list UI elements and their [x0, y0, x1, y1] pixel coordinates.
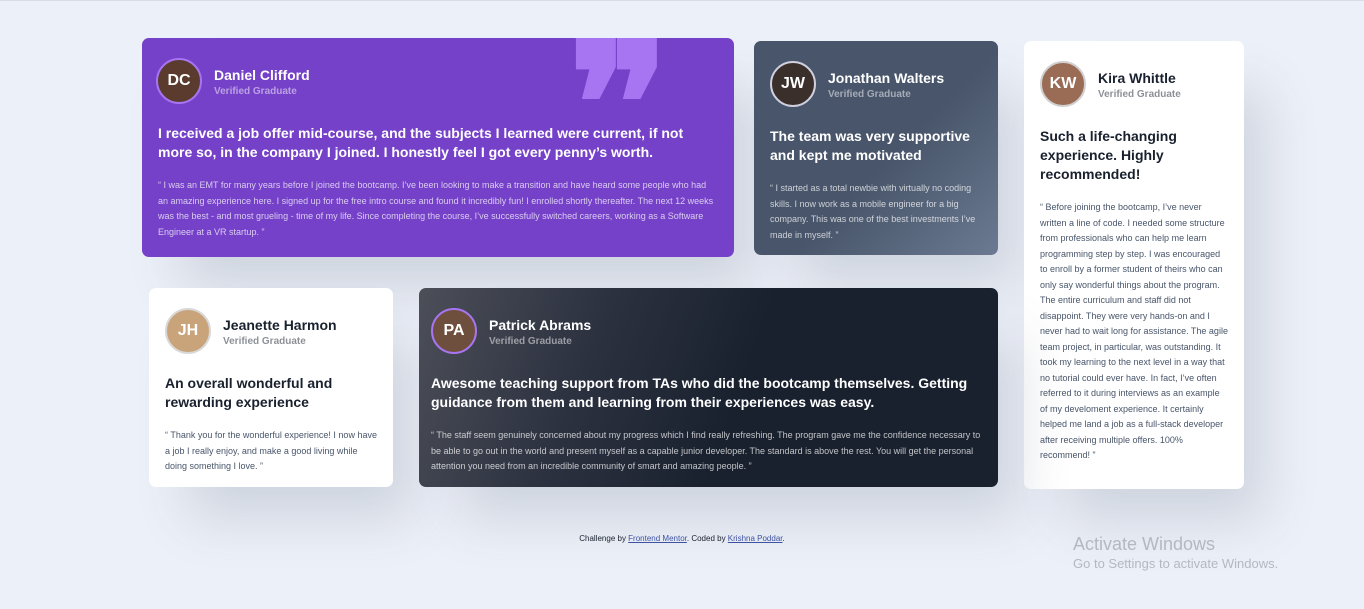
author-name: Jeanette Harmon: [223, 316, 337, 333]
author-role: Verified Graduate: [828, 88, 911, 100]
activate-windows-watermark: Activate Windows Go to Settings to activ…: [1073, 533, 1278, 572]
author-name: Kira Whittle: [1098, 69, 1176, 86]
testimonial-headline: The team was very supportive and kept me…: [770, 128, 970, 163]
avatar: JH: [165, 308, 211, 354]
testimonial-card-daniel: ❞ DC Daniel Clifford Verified Graduate I…: [142, 38, 734, 257]
testimonial-card-jonathan: JW Jonathan Walters Verified Graduate Th…: [754, 41, 998, 255]
author-info: Jonathan Walters Verified Graduate: [828, 69, 944, 100]
author-link[interactable]: Krishna Poddar: [728, 534, 783, 543]
watermark-title: Activate Windows: [1073, 534, 1216, 554]
frontend-mentor-link[interactable]: Frontend Mentor: [628, 534, 687, 543]
attribution-prefix: Challenge by: [579, 534, 629, 543]
avatar: JW: [770, 61, 816, 107]
attribution-suffix: .: [782, 534, 785, 543]
author-name: Jonathan Walters: [828, 69, 945, 86]
testimonial-card-kira: KW Kira Whittle Verified Graduate Such a…: [1024, 41, 1244, 489]
testimonial-headline: Awesome teaching support from TAs who di…: [431, 375, 968, 410]
author-role: Verified Graduate: [223, 335, 306, 347]
author-name: Daniel Clifford: [214, 66, 310, 83]
author-info: Daniel Clifford Verified Graduate: [214, 66, 310, 97]
card-header: JW Jonathan Walters Verified Graduate: [770, 61, 982, 107]
card-header: JH Jeanette Harmon Verified Graduate: [165, 308, 377, 354]
avatar: PA: [431, 308, 477, 354]
author-role: Verified Graduate: [1098, 88, 1181, 100]
testimonial-headline: An overall wonderful and rewarding exper…: [165, 375, 333, 410]
testimonial-body: “ I was an EMT for many years before I j…: [158, 180, 714, 237]
testimonial-card-jeanette: JH Jeanette Harmon Verified Graduate An …: [149, 288, 393, 487]
card-header: PA Patrick Abrams Verified Graduate: [431, 308, 982, 354]
avatar: DC: [156, 58, 202, 104]
card-header: KW Kira Whittle Verified Graduate: [1040, 61, 1228, 107]
testimonial-body: “ Thank you for the wonderful experience…: [165, 430, 377, 471]
avatar: KW: [1040, 61, 1086, 107]
testimonial-body: “ The staff seem genuinely concerned abo…: [431, 430, 981, 471]
author-name: Patrick Abrams: [489, 316, 592, 333]
author-role: Verified Graduate: [214, 85, 297, 97]
author-info: Kira Whittle Verified Graduate: [1098, 69, 1181, 100]
testimonial-body: “ I started as a total newbie with virtu…: [770, 183, 976, 240]
testimonial-card-patrick: PA Patrick Abrams Verified Graduate Awes…: [419, 288, 998, 487]
testimonial-headline: I received a job offer mid-course, and t…: [158, 125, 684, 160]
testimonial-headline: Such a life-changing experience. Highly …: [1040, 128, 1177, 182]
author-info: Jeanette Harmon Verified Graduate: [223, 316, 337, 347]
author-role: Verified Graduate: [489, 335, 572, 347]
card-header: DC Daniel Clifford Verified Graduate: [156, 58, 718, 104]
attribution-middle: . Coded by: [686, 534, 728, 543]
testimonial-body: “ Before joining the bootcamp, I’ve neve…: [1040, 202, 1228, 460]
author-info: Patrick Abrams Verified Graduate: [489, 316, 591, 347]
watermark-subtitle: Go to Settings to activate Windows.: [1073, 556, 1279, 571]
